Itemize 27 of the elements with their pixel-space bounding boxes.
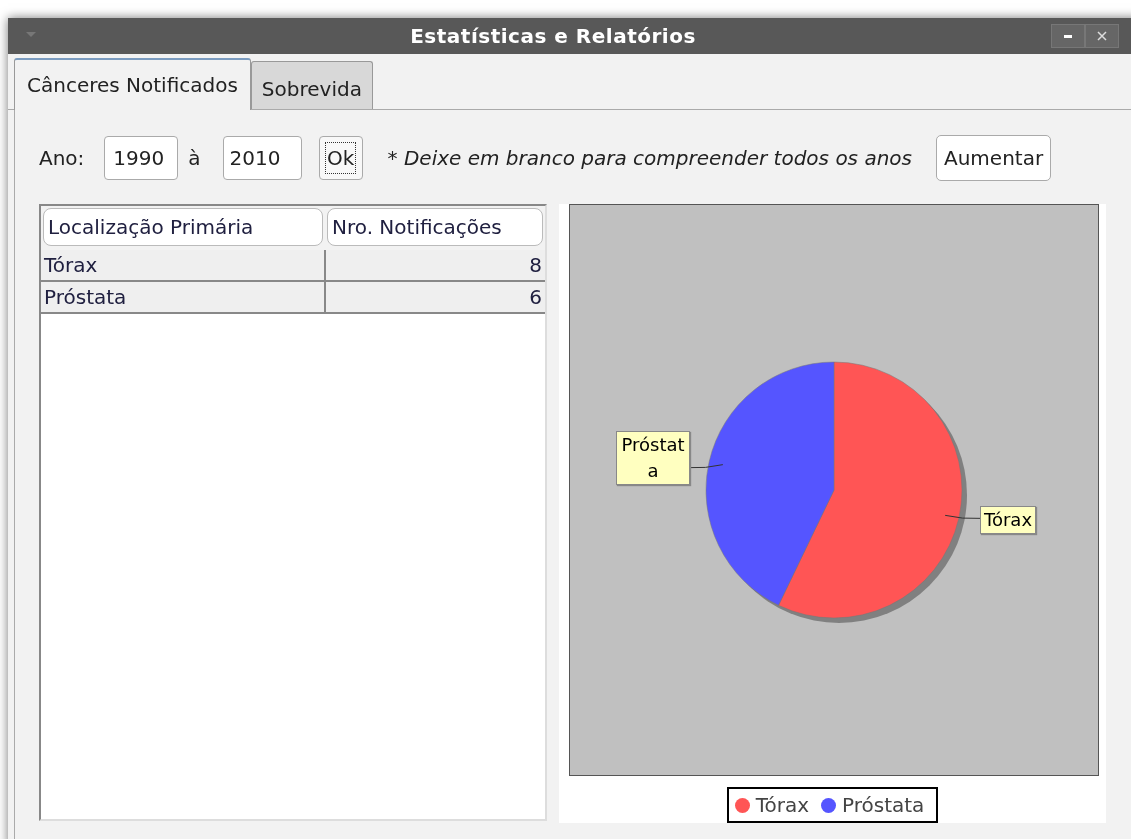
legend-label: Próstata bbox=[842, 792, 925, 819]
window-title: Estatísticas e Relatórios bbox=[410, 23, 696, 50]
year-to-field[interactable]: 2010 bbox=[222, 136, 302, 180]
slice-label: Próstata bbox=[616, 431, 690, 485]
minimize-button[interactable] bbox=[1051, 24, 1085, 48]
table-cell: Próstata bbox=[41, 282, 326, 312]
table-cell-text: 6 bbox=[528, 284, 543, 311]
legend-label: Tórax bbox=[755, 792, 809, 819]
tab[interactable]: Cânceres Notificados bbox=[14, 58, 251, 110]
menu-caret-icon[interactable] bbox=[26, 32, 36, 37]
separator-label: à bbox=[188, 145, 201, 172]
table-cell: Tórax bbox=[41, 250, 326, 280]
year-from-field[interactable]: 1990 bbox=[104, 136, 179, 180]
slice-label: Tórax bbox=[980, 506, 1037, 534]
ok-button[interactable]: Ok bbox=[318, 136, 363, 180]
column-header[interactable]: Localização Primária bbox=[43, 208, 323, 246]
column-header[interactable]: Nro. Notificações bbox=[327, 208, 543, 246]
hint-text: * Deixe em branco para compreender todos os anos bbox=[387, 145, 912, 172]
table-cell-text: 8 bbox=[528, 252, 543, 279]
zoom-button[interactable]: Aumentar bbox=[936, 135, 1052, 181]
year-label: Ano: bbox=[39, 145, 85, 172]
leader-line bbox=[944, 514, 981, 520]
minimize-icon bbox=[1064, 34, 1072, 38]
close-icon bbox=[1097, 31, 1107, 41]
leader-line bbox=[687, 464, 724, 469]
tab[interactable]: Sobrevida bbox=[250, 61, 373, 109]
close-button[interactable] bbox=[1085, 24, 1119, 48]
